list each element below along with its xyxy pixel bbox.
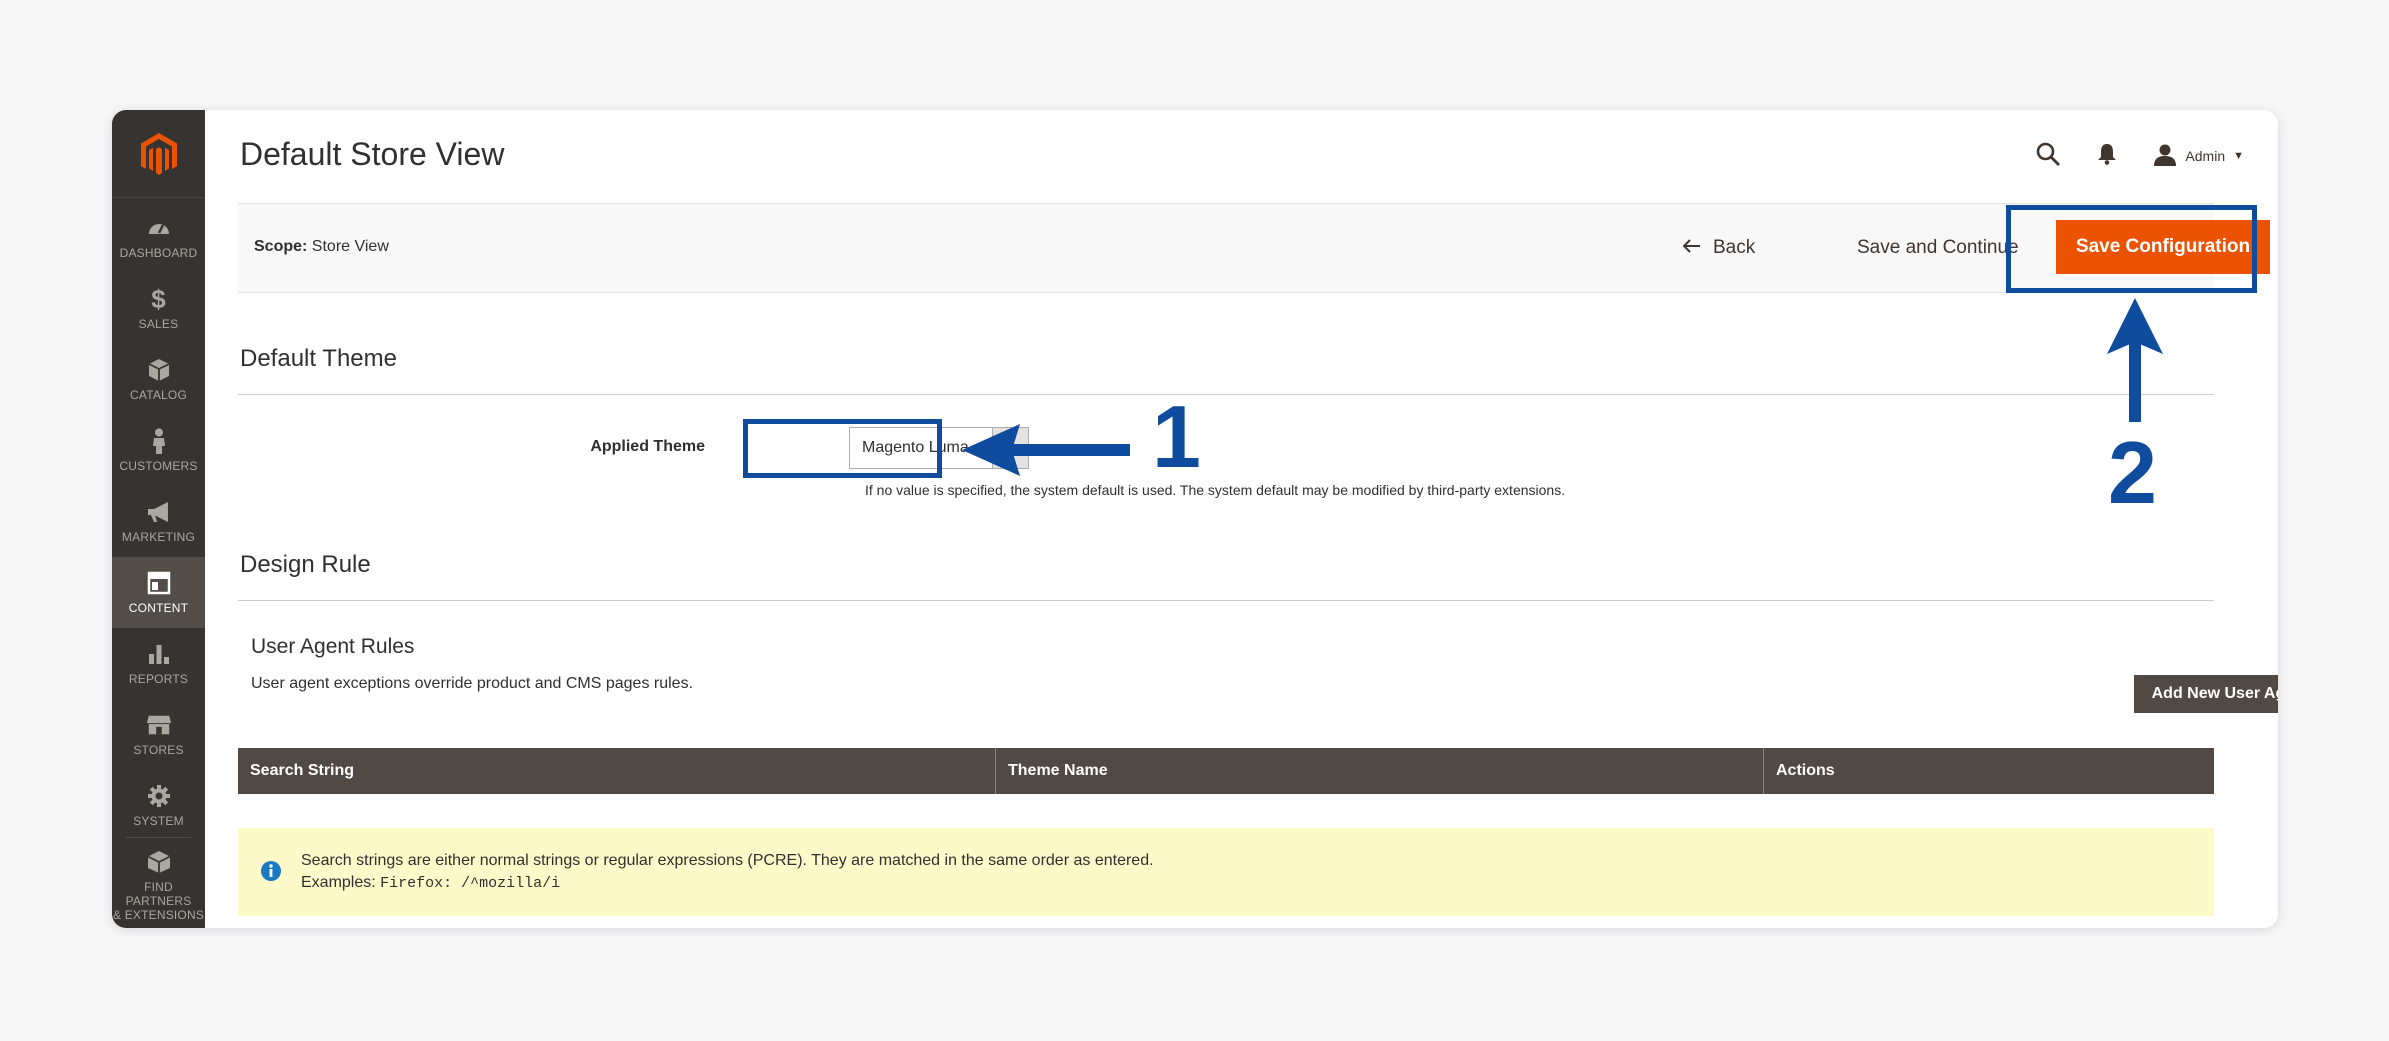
admin-window: DASHBOARD $ SALES CATALOG CUSTOMERS MARK… xyxy=(112,110,2278,928)
arrow-left-annotation-icon xyxy=(962,424,1130,476)
sidebar-divider xyxy=(126,837,191,838)
step-2-number: 2 xyxy=(2108,423,2157,522)
sidebar-item-stores[interactable]: STORES xyxy=(112,699,205,770)
megaphone-icon xyxy=(146,499,172,525)
gear-icon xyxy=(146,783,172,809)
sidebar-item-catalog[interactable]: CATALOG xyxy=(112,344,205,415)
bar-chart-icon xyxy=(146,641,172,667)
scope-indicator: Scope: Store View xyxy=(254,238,389,255)
sidebar-item-content[interactable]: CONTENT xyxy=(112,557,205,628)
section-divider xyxy=(238,600,2214,601)
user-icon xyxy=(2153,143,2177,170)
info-message-example: Examples: Firefox: /^mozilla/i xyxy=(301,874,561,892)
admin-username: Admin xyxy=(2185,148,2226,164)
back-button[interactable]: Back xyxy=(1682,233,1755,263)
sidebar-item-reports[interactable]: REPORTS xyxy=(112,628,205,699)
arrow-up-annotation-icon xyxy=(2107,298,2163,422)
chevron-down-icon: ▼ xyxy=(2233,150,2244,162)
info-message: Search strings are either normal strings… xyxy=(238,828,2214,916)
applied-theme-label: Applied Theme xyxy=(590,438,705,455)
magento-logo-icon[interactable] xyxy=(112,110,205,198)
section-divider xyxy=(238,394,2214,395)
sidebar-item-system[interactable]: SYSTEM xyxy=(112,770,205,841)
page-title: Default Store View xyxy=(240,136,505,172)
person-icon xyxy=(146,428,172,454)
main-content: Default Store View Admin ▼ Scope: Store … xyxy=(205,110,2278,928)
step-1-number: 1 xyxy=(1152,387,1201,486)
default-theme-title: Default Theme xyxy=(240,345,397,372)
admin-user-menu[interactable]: Admin ▼ xyxy=(2153,143,2244,170)
sidebar-item-dashboard[interactable]: DASHBOARD xyxy=(112,202,205,273)
dashboard-icon xyxy=(146,215,172,241)
user-agent-rules-title: User Agent Rules xyxy=(251,635,415,658)
arrow-left-icon xyxy=(1682,237,1701,259)
save-and-continue-button[interactable]: Save and Continue xyxy=(1857,233,2019,263)
column-actions[interactable]: Actions xyxy=(1764,748,2214,794)
sidebar-item-marketing[interactable]: MARKETING xyxy=(112,486,205,557)
bell-icon[interactable] xyxy=(2097,143,2117,170)
user-agent-rules-description: User agent exceptions override product a… xyxy=(251,675,694,692)
box-icon xyxy=(146,849,172,875)
highlight-box-step-2 xyxy=(2006,205,2257,293)
storefront-icon xyxy=(146,712,172,738)
cube-icon xyxy=(146,357,172,383)
info-message-text: Search strings are either normal strings… xyxy=(301,852,1154,869)
applied-theme-note: If no value is specified, the system def… xyxy=(865,482,1566,498)
user-agent-grid-header: Search String Theme Name Actions xyxy=(238,748,2214,794)
sidebar-item-find-partners[interactable]: FIND PARTNERS & EXTENSIONS xyxy=(112,845,205,925)
highlight-box-step-1 xyxy=(743,419,942,478)
sidebar-item-sales[interactable]: $ SALES xyxy=(112,273,205,344)
sidebar-item-customers[interactable]: CUSTOMERS xyxy=(112,415,205,486)
admin-sidebar: DASHBOARD $ SALES CATALOG CUSTOMERS MARK… xyxy=(112,110,205,928)
dollar-icon: $ xyxy=(151,283,166,314)
column-search-string[interactable]: Search String xyxy=(238,748,996,794)
add-user-agent-rule-button[interactable]: Add New User Agent Rule xyxy=(2134,675,2278,713)
page-actions-bar: Scope: Store View Back Save and Continue… xyxy=(238,203,2270,293)
search-icon[interactable] xyxy=(2035,141,2061,172)
layout-icon xyxy=(146,570,172,596)
design-rule-title: Design Rule xyxy=(240,551,371,578)
column-theme-name[interactable]: Theme Name xyxy=(996,748,1764,794)
info-icon xyxy=(260,860,282,882)
header-actions: Admin ▼ xyxy=(2035,136,2244,176)
